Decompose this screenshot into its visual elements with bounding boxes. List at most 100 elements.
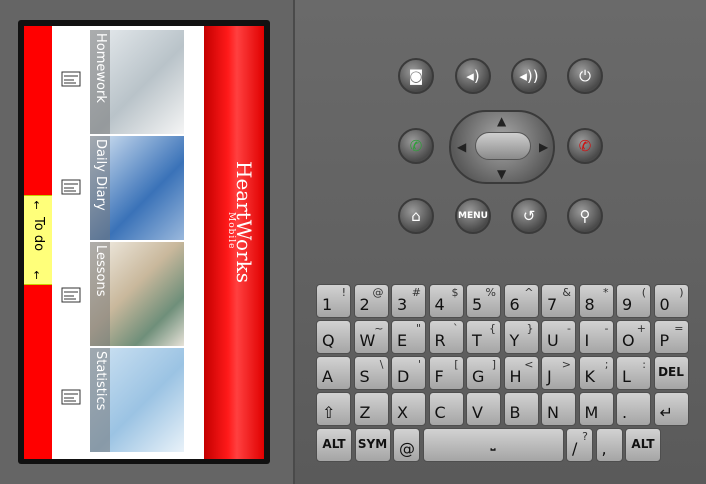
key-k[interactable]: K; bbox=[578, 356, 614, 390]
key-n[interactable]: N bbox=[541, 392, 576, 426]
home-button[interactable]: ⌂ bbox=[398, 198, 434, 234]
homework-icon bbox=[61, 71, 81, 87]
key-r[interactable]: R ` bbox=[428, 320, 464, 354]
key-symbol[interactable]: , bbox=[595, 428, 623, 462]
key-1[interactable]: 1! bbox=[316, 284, 351, 318]
dpad-right-icon[interactable]: ▶ bbox=[539, 140, 548, 154]
key-secondary-label: ~ bbox=[374, 322, 384, 335]
key-a[interactable]: A bbox=[316, 356, 351, 390]
dpad-center-button[interactable] bbox=[475, 132, 531, 160]
key-label: K bbox=[584, 367, 596, 386]
volume-up-button[interactable]: ◂)) bbox=[511, 58, 547, 94]
key-symbol[interactable]: . bbox=[616, 392, 651, 426]
key-p[interactable]: P = bbox=[653, 320, 689, 354]
key-q[interactable]: Q bbox=[316, 320, 351, 354]
key-secondary-label: ! bbox=[341, 286, 346, 299]
search-button[interactable]: ⚲ bbox=[567, 198, 603, 234]
key-s[interactable]: S \ bbox=[353, 356, 389, 390]
diary-icon bbox=[61, 179, 81, 195]
todo-label: To do bbox=[31, 217, 46, 252]
volume-up-icon: ◂)) bbox=[519, 67, 539, 85]
key-w[interactable]: W ~ bbox=[353, 320, 389, 354]
key-x[interactable]: X bbox=[391, 392, 426, 426]
tile-label-bar: Statistics bbox=[90, 348, 110, 452]
key-secondary-label: : bbox=[642, 358, 646, 371]
dpad-up-icon[interactable]: ▲ bbox=[497, 114, 506, 128]
tile-gap bbox=[184, 26, 204, 459]
key-v[interactable]: V bbox=[466, 392, 501, 426]
key-8[interactable]: 8 * bbox=[578, 284, 614, 318]
key-d[interactable]: D ' bbox=[391, 356, 426, 390]
key-secondary-label: } bbox=[526, 322, 534, 335]
key-m[interactable]: M bbox=[578, 392, 614, 426]
key-secondary-label: { bbox=[489, 322, 496, 335]
lessons-tile[interactable]: Lessons bbox=[90, 242, 184, 346]
key-c[interactable]: C bbox=[428, 392, 464, 426]
daily-diary-tile[interactable]: Daily Diary bbox=[90, 136, 184, 240]
key-label: ALT bbox=[322, 437, 346, 451]
key-2[interactable]: 2 @ bbox=[353, 284, 389, 318]
key-label: 3 bbox=[397, 295, 408, 314]
key-6[interactable]: 6 ^ bbox=[503, 284, 539, 318]
camera-button[interactable]: ◙ bbox=[398, 58, 434, 94]
key-y[interactable]: Y} bbox=[503, 320, 539, 354]
key-o[interactable]: O + bbox=[616, 320, 651, 354]
app-screen: ↑ To do ↑ Homework Daily Diary Lessons S… bbox=[24, 26, 264, 459]
end-call-button[interactable]: ✆ bbox=[567, 128, 603, 164]
power-button[interactable]: ⏻ bbox=[567, 58, 603, 94]
homework-tile[interactable]: Homework bbox=[90, 30, 184, 134]
key-symbol[interactable]: @ bbox=[393, 428, 420, 462]
key-label: / bbox=[572, 439, 578, 458]
key-label: 2 bbox=[359, 295, 370, 314]
volume-down-button[interactable]: ◂) bbox=[455, 58, 491, 94]
key-sym[interactable]: SYM bbox=[354, 428, 391, 462]
key-label: 9 bbox=[622, 295, 633, 314]
key-b[interactable]: B bbox=[503, 392, 539, 426]
key-f[interactable]: F[ bbox=[428, 356, 464, 390]
key-5[interactable]: 5% bbox=[466, 284, 501, 318]
tile-label-bar: Lessons bbox=[90, 242, 110, 346]
key-symbol[interactable]: ⇧ bbox=[316, 392, 351, 426]
dpad-left-icon[interactable]: ◀ bbox=[457, 140, 466, 154]
key-secondary-label: @ bbox=[372, 286, 384, 299]
key-7[interactable]: 7 & bbox=[541, 284, 576, 318]
key-3[interactable]: 3 # bbox=[391, 284, 426, 318]
key-0[interactable]: 0) bbox=[653, 284, 689, 318]
key-z[interactable]: Z bbox=[353, 392, 389, 426]
key-u[interactable]: U- bbox=[541, 320, 576, 354]
back-button[interactable]: ↺ bbox=[511, 198, 547, 234]
key-l[interactable]: L: bbox=[616, 356, 651, 390]
space-key[interactable]: ⎵ bbox=[422, 428, 564, 462]
key-j[interactable]: J > bbox=[541, 356, 576, 390]
key-label: H bbox=[509, 367, 522, 386]
dpad[interactable]: ▲ ▼ ◀ ▶ bbox=[449, 110, 555, 184]
key-4[interactable]: 4 $ bbox=[428, 284, 464, 318]
key-i[interactable]: I- bbox=[578, 320, 614, 354]
key-secondary-label: > bbox=[561, 358, 571, 371]
todo-tab[interactable]: ↑ To do ↑ bbox=[24, 195, 52, 285]
key-alt[interactable]: ALT bbox=[316, 428, 352, 462]
tile-label: Statistics bbox=[93, 351, 108, 411]
key-g[interactable]: G] bbox=[466, 356, 501, 390]
key-secondary-label: ) bbox=[679, 286, 684, 299]
key-symbol[interactable]: /? bbox=[566, 428, 593, 462]
key-t[interactable]: T{ bbox=[466, 320, 501, 354]
key-label: U bbox=[547, 331, 559, 350]
key-secondary-label: - bbox=[567, 322, 571, 335]
key-secondary-label: - bbox=[604, 322, 609, 335]
key-e[interactable]: E " bbox=[391, 320, 426, 354]
key-del[interactable]: DEL bbox=[653, 356, 689, 390]
key-secondary-label: + bbox=[636, 322, 646, 335]
dpad-down-icon[interactable]: ▼ bbox=[497, 167, 506, 181]
key-label: B bbox=[509, 403, 521, 422]
menu-button[interactable]: MENU bbox=[455, 198, 491, 234]
statistics-tile[interactable]: Statistics bbox=[90, 348, 184, 452]
key-alt[interactable]: ALT bbox=[625, 428, 661, 462]
key-symbol[interactable]: ↵ bbox=[653, 392, 689, 426]
key-secondary-label: [ bbox=[454, 358, 459, 371]
key-secondary-label: ? bbox=[582, 430, 588, 443]
key-secondary-label: * bbox=[603, 286, 609, 299]
call-button[interactable]: ✆ bbox=[398, 128, 434, 164]
key-h[interactable]: H < bbox=[503, 356, 539, 390]
key-9[interactable]: 9( bbox=[616, 284, 651, 318]
